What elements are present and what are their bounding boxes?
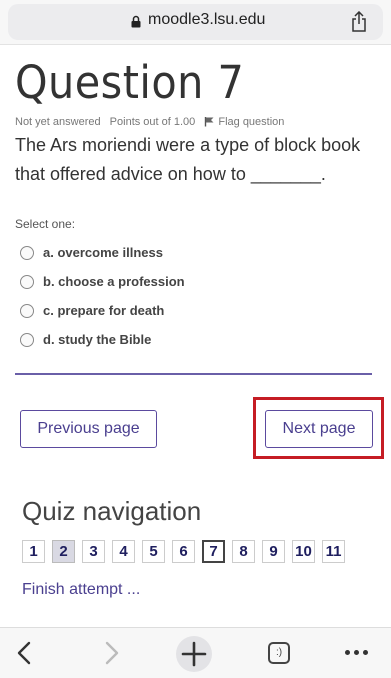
answer-label[interactable]: d. study the Bible	[43, 332, 151, 347]
quiz-nav-question-8[interactable]: 8	[232, 540, 255, 563]
quiz-navigation-title: Quiz navigation	[22, 496, 202, 526]
answer-label[interactable]: c. prepare for death	[43, 303, 164, 318]
quiz-nav-question-1[interactable]: 1	[22, 540, 45, 563]
browser-url-bar: moodle3.lsu.edu	[0, 0, 391, 44]
radio-button[interactable]	[20, 245, 34, 260]
divider	[0, 44, 391, 45]
section-divider	[15, 373, 372, 375]
quiz-nav-question-11[interactable]: 11	[322, 540, 345, 563]
answer-option-a[interactable]: a. overcome illness	[20, 238, 185, 267]
quiz-nav-question-2[interactable]: 2	[52, 540, 75, 563]
previous-page-button[interactable]: Previous page	[20, 410, 157, 448]
share-icon[interactable]	[350, 11, 368, 33]
new-tab-button[interactable]	[176, 636, 212, 672]
highlight-box	[253, 397, 384, 459]
quiz-nav-question-5[interactable]: 5	[142, 540, 165, 563]
flag-question-label: Flag question	[218, 116, 285, 128]
radio-button[interactable]	[20, 303, 34, 318]
quiz-navigation-buttons: 1 2 3 4 5 6 7 8 9 10 11	[22, 540, 345, 563]
finish-attempt-link[interactable]: Finish attempt ...	[22, 581, 140, 599]
flag-icon	[205, 117, 214, 127]
quiz-nav-question-7[interactable]: 7	[202, 540, 225, 563]
answer-label[interactable]: a. overcome illness	[43, 245, 163, 260]
question-text: The Ars moriendi were a type of block bo…	[15, 135, 361, 184]
plus-icon	[181, 641, 207, 667]
answer-options: a. overcome illness b. choose a professi…	[20, 238, 185, 354]
answer-label[interactable]: b. choose a profession	[43, 274, 185, 289]
more-dot	[345, 650, 350, 655]
quiz-nav-question-6[interactable]: 6	[172, 540, 195, 563]
url-text[interactable]: moodle3.lsu.edu	[148, 11, 265, 29]
question-status: Not yet answered	[15, 116, 101, 128]
tabs-icon[interactable]: :)	[268, 642, 290, 664]
browser-toolbar: :)	[0, 627, 391, 678]
quiz-nav-question-10[interactable]: 10	[292, 540, 315, 563]
forward-icon[interactable]	[100, 640, 122, 666]
question-meta: Not yet answered Points out of 1.00 Flag…	[15, 116, 296, 128]
question-title: Question 7	[15, 56, 245, 109]
answer-option-b[interactable]: b. choose a profession	[20, 267, 185, 296]
question-points: Points out of 1.00	[109, 116, 196, 128]
back-icon[interactable]	[14, 640, 36, 666]
flag-question-link[interactable]: Flag question	[204, 116, 290, 128]
answer-option-c[interactable]: c. prepare for death	[20, 296, 185, 325]
answer-option-d[interactable]: d. study the Bible	[20, 325, 185, 354]
more-dot	[363, 650, 368, 655]
quiz-nav-question-9[interactable]: 9	[262, 540, 285, 563]
quiz-nav-question-3[interactable]: 3	[82, 540, 105, 563]
quiz-nav-question-4[interactable]: 4	[112, 540, 135, 563]
lock-icon	[131, 15, 141, 28]
more-icon[interactable]	[345, 650, 372, 655]
radio-button[interactable]	[20, 332, 34, 347]
radio-button[interactable]	[20, 274, 34, 289]
more-dot	[354, 650, 359, 655]
select-one-label: Select one:	[15, 217, 76, 231]
